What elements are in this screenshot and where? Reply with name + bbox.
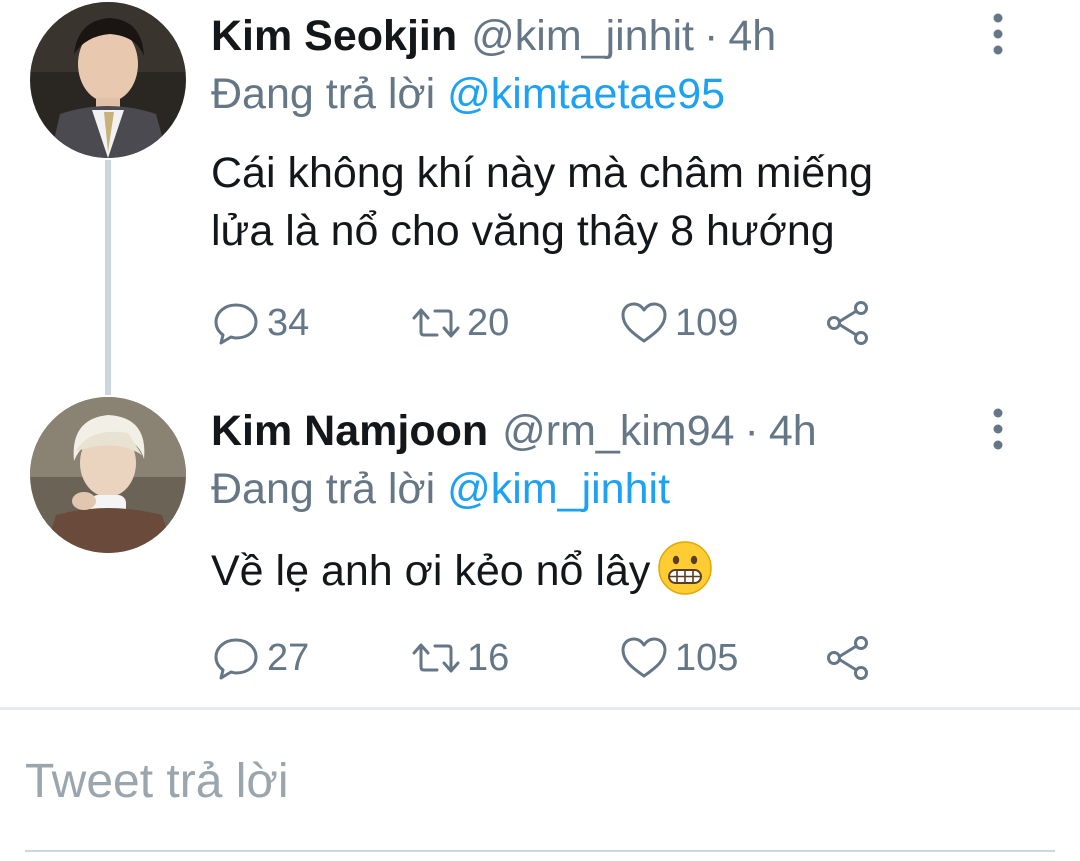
retweet-arrows-icon	[412, 643, 460, 673]
like-button[interactable]: 105	[619, 633, 738, 683]
retweet-count: 16	[467, 637, 510, 679]
like-button[interactable]: 109	[619, 298, 738, 348]
replying-to-mention[interactable]: @kimtaetae95	[447, 70, 725, 118]
divider	[0, 707, 1080, 710]
reply-count: 27	[267, 637, 310, 679]
timestamp[interactable]: 4h	[728, 8, 776, 64]
display-name[interactable]: Kim Namjoon	[211, 403, 488, 459]
reply-input[interactable]: Tweet trả lời	[25, 720, 1055, 852]
avatar[interactable]	[30, 397, 186, 553]
like-count: 109	[675, 302, 739, 344]
avatar[interactable]	[30, 2, 186, 158]
tweet-text: Cái không khí này mà châm miếng lửa là n…	[211, 144, 1031, 260]
tweet-header: Kim Namjoon @rm_kim94 · 4h	[211, 403, 817, 459]
tweet-actions: 34 20 109	[211, 298, 911, 348]
share-button[interactable]	[823, 298, 873, 348]
reply-button[interactable]: 34	[211, 298, 309, 348]
like-count: 105	[675, 637, 739, 679]
grimacing-face-emoji-icon	[656, 539, 714, 597]
thread-connector-line	[105, 160, 111, 395]
share-nodes-icon	[827, 636, 868, 680]
tweet-text-content: Về lẹ anh ơi kẻo nổ lây	[211, 547, 651, 595]
reply-count: 34	[267, 302, 310, 344]
heart-outline-icon	[621, 637, 667, 678]
separator-dot: ·	[744, 407, 759, 455]
tweet-text: Về lẹ anh ơi kẻo nổ lây	[211, 539, 1031, 600]
separator-dot: ·	[704, 12, 719, 60]
share-nodes-icon	[827, 301, 868, 345]
tweet-text-line: lửa là nổ cho văng thây 8 hướng	[211, 207, 835, 255]
tweet-1[interactable]: Kim Seokjin @kim_jinhit · 4h Đang trả lờ…	[0, 0, 1080, 395]
heart-outline-icon	[621, 302, 667, 343]
replying-to-prefix: Đang trả lời	[211, 465, 436, 513]
tweet-text-line: Cái không khí này mà châm miếng	[211, 149, 874, 197]
more-options-icon[interactable]	[985, 407, 1011, 451]
retweet-count: 20	[467, 302, 510, 344]
retweet-button[interactable]: 16	[411, 633, 509, 683]
reply-placeholder: Tweet trả lời	[25, 755, 289, 808]
user-handle[interactable]: @rm_kim94	[502, 403, 734, 459]
tweet-2[interactable]: Kim Namjoon @rm_kim94 · 4h Đang trả lời …	[0, 395, 1080, 707]
replying-to: Đang trả lời @kim_jinhit	[211, 461, 670, 517]
reply-button[interactable]: 27	[211, 633, 309, 683]
speech-bubble-icon	[214, 638, 258, 680]
tweet-text-line: Về lẹ anh ơi kẻo nổ lây	[211, 539, 1031, 600]
more-options-icon[interactable]	[985, 12, 1011, 56]
user-handle[interactable]: @kim_jinhit	[471, 8, 694, 64]
retweet-arrows-icon	[412, 308, 460, 338]
timestamp[interactable]: 4h	[769, 403, 817, 459]
speech-bubble-icon	[214, 303, 258, 345]
replying-to-mention[interactable]: @kim_jinhit	[447, 465, 670, 513]
replying-to-prefix: Đang trả lời	[211, 70, 436, 118]
retweet-button[interactable]: 20	[411, 298, 509, 348]
replying-to: Đang trả lời @kimtaetae95	[211, 66, 725, 122]
display-name[interactable]: Kim Seokjin	[211, 8, 457, 64]
share-button[interactable]	[823, 633, 873, 683]
tweet-actions: 27 16 105	[211, 633, 911, 683]
tweet-header: Kim Seokjin @kim_jinhit · 4h	[211, 8, 776, 64]
